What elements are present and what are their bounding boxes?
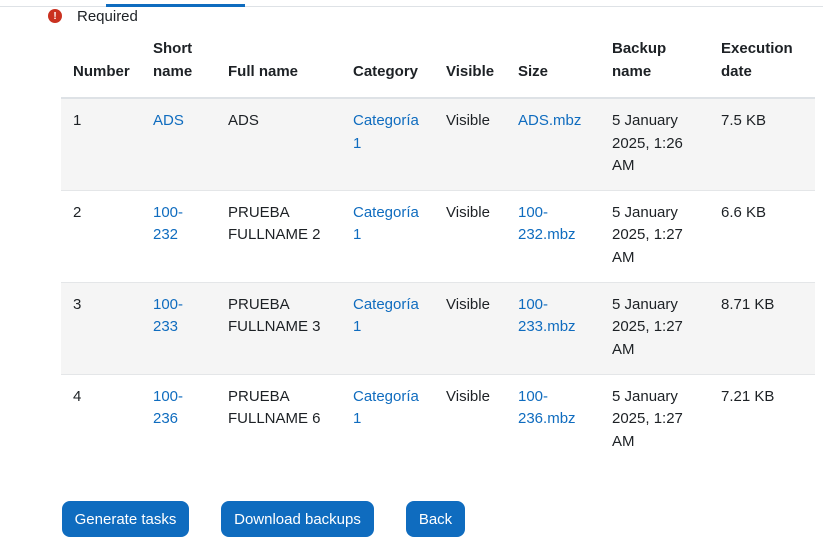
cell-category: Categoría 1 [341,189,434,282]
cell-execution-date: 7.5 KB [721,112,767,129]
cell-size: 100- 232.mbz [506,189,600,282]
cell-size: 100- 233.mbz [506,281,600,374]
cell-visible: Visible [434,373,506,466]
col-header-category: Category [341,30,434,99]
cell-category: Categoría 1 [341,281,434,374]
cell-size: ADS.mbz [506,98,600,190]
cell-execution-date: 7.21 KB [709,373,815,466]
exclamation-circle-icon: ! [48,9,62,23]
cell-number: 4 [61,373,141,466]
required-note: ! Required [48,7,138,25]
backup-file-link[interactable]: ADS.mbz [518,112,581,129]
cell-full-name: ADS [228,112,259,129]
col-header-full-name: Full name [216,30,341,99]
cell-full-name: PRUEBA FULLNAME 3 [216,281,341,374]
cell-backup-name: 5 January 2025, 1:27 AM [600,189,709,282]
cell-number: 1 [73,112,82,129]
col-header-number: Number [61,30,141,99]
cell-full-name: PRUEBA FULLNAME 2 [216,189,341,282]
col-header-visible: Visible [434,30,506,99]
short-name-link[interactable]: 100- 232 [153,204,183,244]
cell-short-name: ADS [141,98,216,190]
table-row: 3 100- 233 PRUEBA FULLNAME 3 Categoría 1 Vi… [61,281,815,374]
short-name-link[interactable]: 100- 233 [153,296,183,336]
cell-execution-date: 8.71 KB [709,281,815,374]
required-label: Required [77,7,138,25]
category-link[interactable]: Categoría 1 [353,204,419,244]
cell-backup-name: 5 January 2025, 1:27 AM [600,373,709,466]
table-header-row: Number Short name Full name Category Visi… [61,30,815,99]
col-header-size: Size [506,30,600,99]
short-name-link[interactable]: ADS [153,112,184,129]
download-backups-button[interactable]: Download backups [221,501,374,537]
cell-category: Categoría 1 [341,373,434,466]
cell-visible: Visible [446,112,490,129]
cell-visible: Visible [434,281,506,374]
table-row: 4 100- 236 PRUEBA FULLNAME 6 Categoría 1 Vi… [61,373,815,466]
cell-execution-date: 6.6 KB [709,189,815,282]
category-link[interactable]: Categoría 1 [353,296,419,336]
category-link[interactable]: Categoría 1 [353,112,419,152]
backup-file-link[interactable]: 100- 233.mbz [518,296,576,336]
generate-tasks-button[interactable]: Generate tasks [62,501,189,537]
col-header-execution-date: Execution date [709,30,815,99]
backup-file-link[interactable]: 100- 236.mbz [518,388,576,428]
table-row: 1 ADS ADS Categoría 1 Visible ADS.mbz 5 J… [61,98,815,190]
cell-backup-name: 5 January 2025, 1:27 AM [600,281,709,374]
col-header-backup-name: Backup name [600,30,709,99]
category-link[interactable]: Categoría 1 [353,388,419,428]
cell-category: Categoría 1 [341,98,434,190]
cell-number: 2 [61,189,141,282]
back-button[interactable]: Back [406,501,465,537]
cell-number: 3 [61,281,141,374]
short-name-link[interactable]: 100- 236 [153,388,183,428]
cell-short-name: 100- 236 [141,373,216,466]
table-row: 2 100- 232 PRUEBA FULLNAME 2 Categoría 1 Vi… [61,189,815,282]
cell-short-name: 100- 233 [141,281,216,374]
col-header-short-name: Short name [141,30,216,99]
cell-visible: Visible [434,189,506,282]
cell-full-name: PRUEBA FULLNAME 6 [216,373,341,466]
cell-size: 100- 236.mbz [506,373,600,466]
backups-table: Number Short name Full name Category Visi… [61,30,815,466]
cell-backup-name: 5 January 2025, 1:26 AM [612,112,683,174]
cell-short-name: 100- 232 [141,189,216,282]
backup-file-link[interactable]: 100- 232.mbz [518,204,576,244]
